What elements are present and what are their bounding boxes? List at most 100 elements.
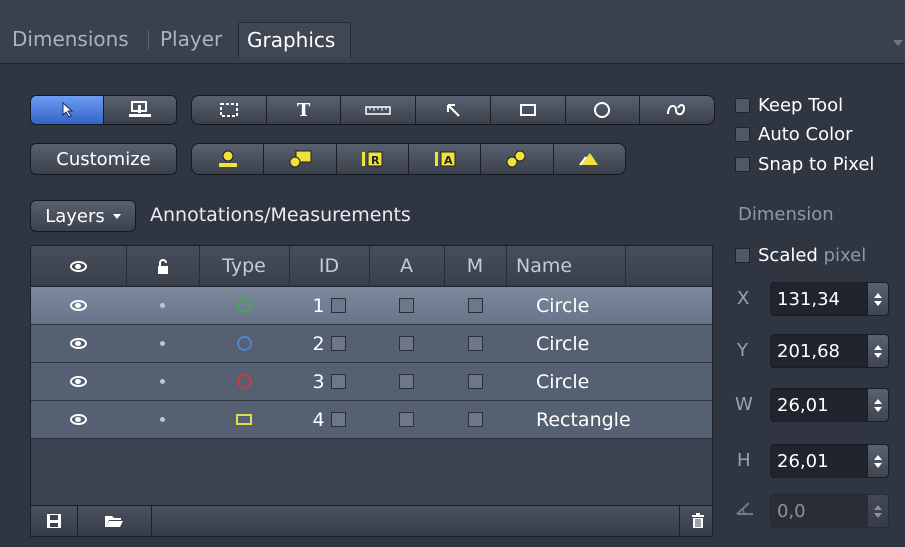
select-tool-button[interactable]: [103, 95, 177, 125]
lock-toggle[interactable]: [126, 287, 199, 324]
section-title: Annotations/Measurements: [150, 204, 411, 226]
x-stepper[interactable]: [867, 283, 888, 315]
m-checkbox[interactable]: [467, 412, 483, 427]
a-checkbox[interactable]: [399, 374, 414, 389]
chevron-down-icon: [112, 213, 121, 219]
pointer-tool-button[interactable]: [30, 95, 104, 125]
m-column-header[interactable]: M: [444, 246, 507, 286]
panel-menu-arrow-icon[interactable]: [893, 40, 903, 46]
freehand-tool-button[interactable]: [640, 96, 714, 124]
auto-color-option[interactable]: Auto Color: [735, 124, 853, 145]
a-checkbox[interactable]: [399, 298, 414, 313]
eye-icon[interactable]: [70, 376, 87, 387]
type-column-header[interactable]: Type: [199, 246, 290, 286]
delete-button[interactable]: [679, 506, 715, 536]
eye-icon[interactable]: [70, 338, 87, 349]
w-field[interactable]: 26,01: [770, 388, 889, 422]
y-field[interactable]: 201,68: [770, 334, 889, 368]
circle-icon: [594, 102, 611, 118]
w-stepper[interactable]: [867, 389, 888, 421]
unlock-icon: [157, 258, 168, 274]
h-stepper[interactable]: [867, 445, 888, 477]
h-field[interactable]: 26,01: [770, 444, 889, 478]
a-column-header[interactable]: A: [369, 246, 445, 286]
id-checkbox[interactable]: [330, 298, 346, 313]
visibility-toggle[interactable]: [31, 401, 126, 438]
floppy-disk-icon: [47, 514, 61, 528]
id-checkbox[interactable]: [330, 336, 346, 351]
stamp-select-icon: [129, 101, 151, 117]
table-row[interactable]: 3 Circle: [31, 363, 712, 401]
name-cell[interactable]: Circle: [506, 287, 676, 324]
annotation-overlay-tool-button[interactable]: [264, 144, 337, 174]
y-value[interactable]: 201,68: [771, 341, 867, 362]
lock-dot-icon[interactable]: [160, 379, 165, 384]
table-row[interactable]: 1 Circle: [31, 287, 712, 325]
w-value[interactable]: 26,01: [771, 395, 867, 416]
m-checkbox[interactable]: [467, 336, 483, 351]
region-a-icon: A: [434, 151, 456, 167]
arrow-tool-button[interactable]: [416, 96, 491, 124]
scaled-checkbox[interactable]: [735, 248, 750, 263]
ruler-tool-button[interactable]: [341, 96, 417, 124]
lock-toggle[interactable]: [126, 401, 199, 438]
name-cell[interactable]: Rectangle: [506, 401, 676, 438]
m-checkbox[interactable]: [467, 298, 483, 313]
id-checkbox[interactable]: [330, 374, 346, 389]
m-checkbox[interactable]: [467, 374, 483, 389]
scaled-option[interactable]: Scaled pixel: [735, 245, 866, 266]
x-field[interactable]: 131,34: [770, 282, 889, 316]
x-value[interactable]: 131,34: [771, 289, 867, 310]
id-column-header[interactable]: ID: [289, 246, 370, 286]
visibility-toggle[interactable]: [31, 287, 126, 324]
visibility-column-header[interactable]: [31, 246, 127, 286]
snap-to-pixel-option[interactable]: Snap to Pixel: [735, 154, 874, 175]
id-value: 4: [312, 408, 325, 431]
visibility-toggle[interactable]: [31, 363, 126, 400]
lock-toggle[interactable]: [126, 325, 199, 362]
name-column-header[interactable]: Name: [506, 246, 626, 286]
profile-tool-button[interactable]: [481, 144, 554, 174]
table-row[interactable]: 4 Rectangle: [31, 401, 712, 439]
profile-icon: [506, 150, 526, 168]
keep-tool-option[interactable]: Keep Tool: [735, 95, 843, 116]
snap-to-pixel-checkbox[interactable]: [735, 157, 750, 172]
name-cell[interactable]: Circle: [506, 325, 676, 362]
rectangle-tool-button[interactable]: [491, 96, 566, 124]
angle-tool-button[interactable]: [554, 144, 625, 174]
table-row[interactable]: 2 Circle: [31, 325, 712, 363]
circle-tool-button[interactable]: [566, 96, 641, 124]
lock-dot-icon[interactable]: [160, 341, 165, 346]
save-button[interactable]: [31, 506, 78, 536]
auto-color-checkbox[interactable]: [735, 127, 750, 142]
tab-player[interactable]: Player: [152, 22, 230, 58]
step-up-icon: [874, 344, 882, 350]
text-tool-button[interactable]: T: [267, 96, 342, 124]
region-r-tool-button[interactable]: R: [337, 144, 409, 174]
arrow-pointer-icon: [62, 102, 74, 118]
h-value[interactable]: 26,01: [771, 451, 867, 472]
id-checkbox[interactable]: [330, 412, 346, 427]
lock-dot-icon[interactable]: [160, 303, 165, 308]
layers-dropdown[interactable]: Layers: [30, 200, 136, 232]
eye-icon[interactable]: [70, 414, 87, 425]
lock-toggle[interactable]: [126, 363, 199, 400]
scale-bar-tool-button[interactable]: [192, 144, 265, 174]
customize-button[interactable]: Customize: [30, 143, 177, 175]
lock-column-header[interactable]: [126, 246, 200, 286]
region-a-tool-button[interactable]: A: [409, 144, 482, 174]
lock-dot-icon[interactable]: [160, 417, 165, 422]
open-button[interactable]: [77, 506, 152, 536]
eye-icon[interactable]: [70, 300, 87, 311]
visibility-toggle[interactable]: [31, 325, 126, 362]
tab-dimensions[interactable]: Dimensions: [4, 22, 137, 58]
id-value: 3: [312, 370, 325, 393]
a-checkbox[interactable]: [399, 412, 414, 427]
marquee-tool-button[interactable]: [192, 96, 267, 124]
name-cell[interactable]: Circle: [506, 363, 676, 400]
a-checkbox[interactable]: [399, 336, 414, 351]
circle-shape-icon: [236, 298, 252, 313]
y-stepper[interactable]: [867, 335, 888, 367]
keep-tool-checkbox[interactable]: [735, 98, 750, 113]
tab-graphics[interactable]: Graphics: [238, 22, 351, 58]
